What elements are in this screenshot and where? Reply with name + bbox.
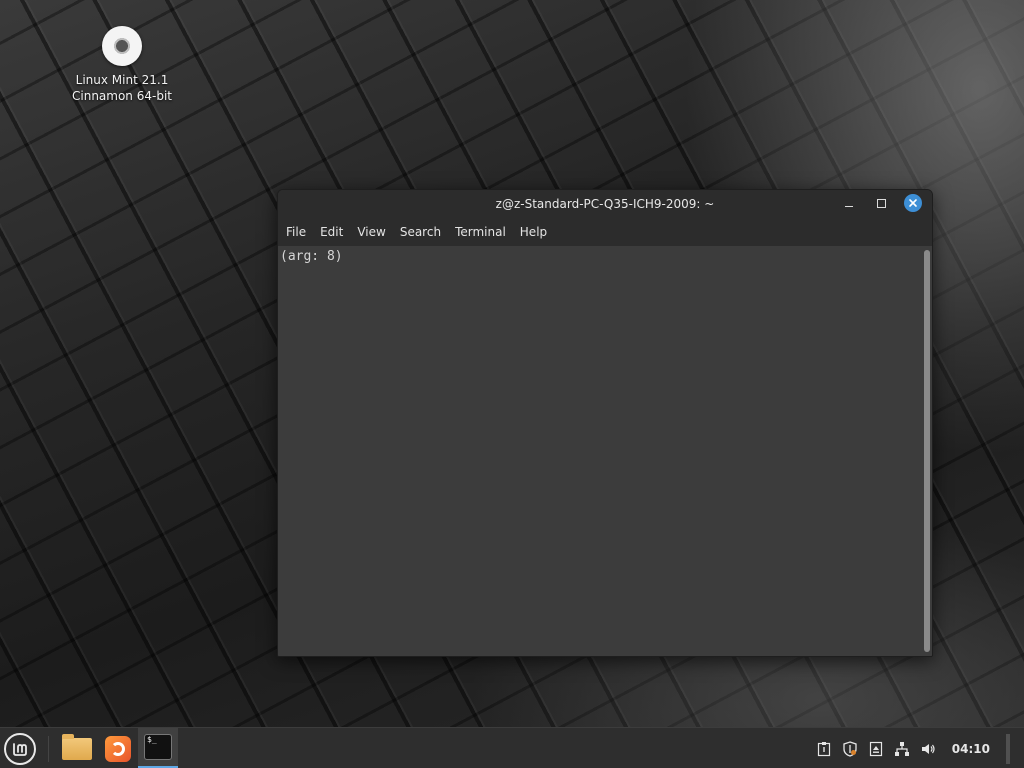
minimize-button[interactable] (840, 194, 858, 212)
show-desktop-button[interactable] (1006, 733, 1010, 764)
shield-icon[interactable] (842, 740, 858, 757)
terminal-scrollbar[interactable] (924, 250, 930, 652)
maximize-icon (876, 198, 886, 208)
window-controls (840, 194, 922, 212)
desktop-icon-label-line2: Cinnamon 64-bit (72, 89, 172, 103)
window-titlebar[interactable]: z@z-Standard-PC-Q35-ICH9-2009: ~ (278, 190, 932, 218)
menu-search[interactable]: Search (394, 218, 447, 246)
menu-edit[interactable]: Edit (314, 218, 349, 246)
desktop: Linux Mint 21.1 Cinnamon 64-bit z@z-Stan… (0, 0, 1024, 768)
files-icon (62, 734, 92, 760)
maximize-button[interactable] (872, 194, 890, 212)
terminal-menubar: File Edit View Search Terminal Help (278, 218, 932, 246)
menu-terminal[interactable]: Terminal (449, 218, 512, 246)
terminal-taskbar-button[interactable]: $_ (138, 728, 178, 768)
menu-view[interactable]: View (351, 218, 391, 246)
desktop-icon-install-disc[interactable]: Linux Mint 21.1 Cinnamon 64-bit (62, 24, 182, 104)
mint-menu-button[interactable] (4, 733, 36, 765)
system-tray: 04:10 (816, 728, 1010, 768)
close-icon (909, 199, 917, 207)
scrollbar-thumb[interactable] (924, 250, 930, 652)
clipboard-icon[interactable] (816, 741, 832, 757)
minimize-icon (845, 205, 853, 207)
firefox-launcher[interactable] (101, 732, 135, 766)
terminal-output: (arg: 8) (280, 249, 343, 264)
network-icon[interactable] (894, 741, 910, 757)
taskbar: $_ 04:10 (0, 727, 1024, 768)
terminal-window[interactable]: z@z-Standard-PC-Q35-ICH9-2009: ~ File Ed… (277, 189, 933, 657)
disc-icon (102, 26, 142, 66)
menu-file[interactable]: File (280, 218, 312, 246)
window-title: z@z-Standard-PC-Q35-ICH9-2009: ~ (495, 197, 715, 211)
volume-icon[interactable] (920, 741, 936, 757)
terminal-body[interactable]: (arg: 8) (278, 246, 932, 656)
desktop-icon-label-line1: Linux Mint 21.1 (75, 73, 169, 87)
files-launcher[interactable] (60, 732, 94, 766)
menu-help[interactable]: Help (514, 218, 553, 246)
close-button[interactable] (904, 194, 922, 212)
update-icon[interactable] (868, 741, 884, 757)
panel-separator (48, 736, 49, 762)
clock[interactable]: 04:10 (952, 742, 990, 756)
firefox-icon (105, 736, 131, 762)
mint-logo-icon (13, 743, 27, 756)
terminal-icon: $_ (144, 734, 172, 760)
